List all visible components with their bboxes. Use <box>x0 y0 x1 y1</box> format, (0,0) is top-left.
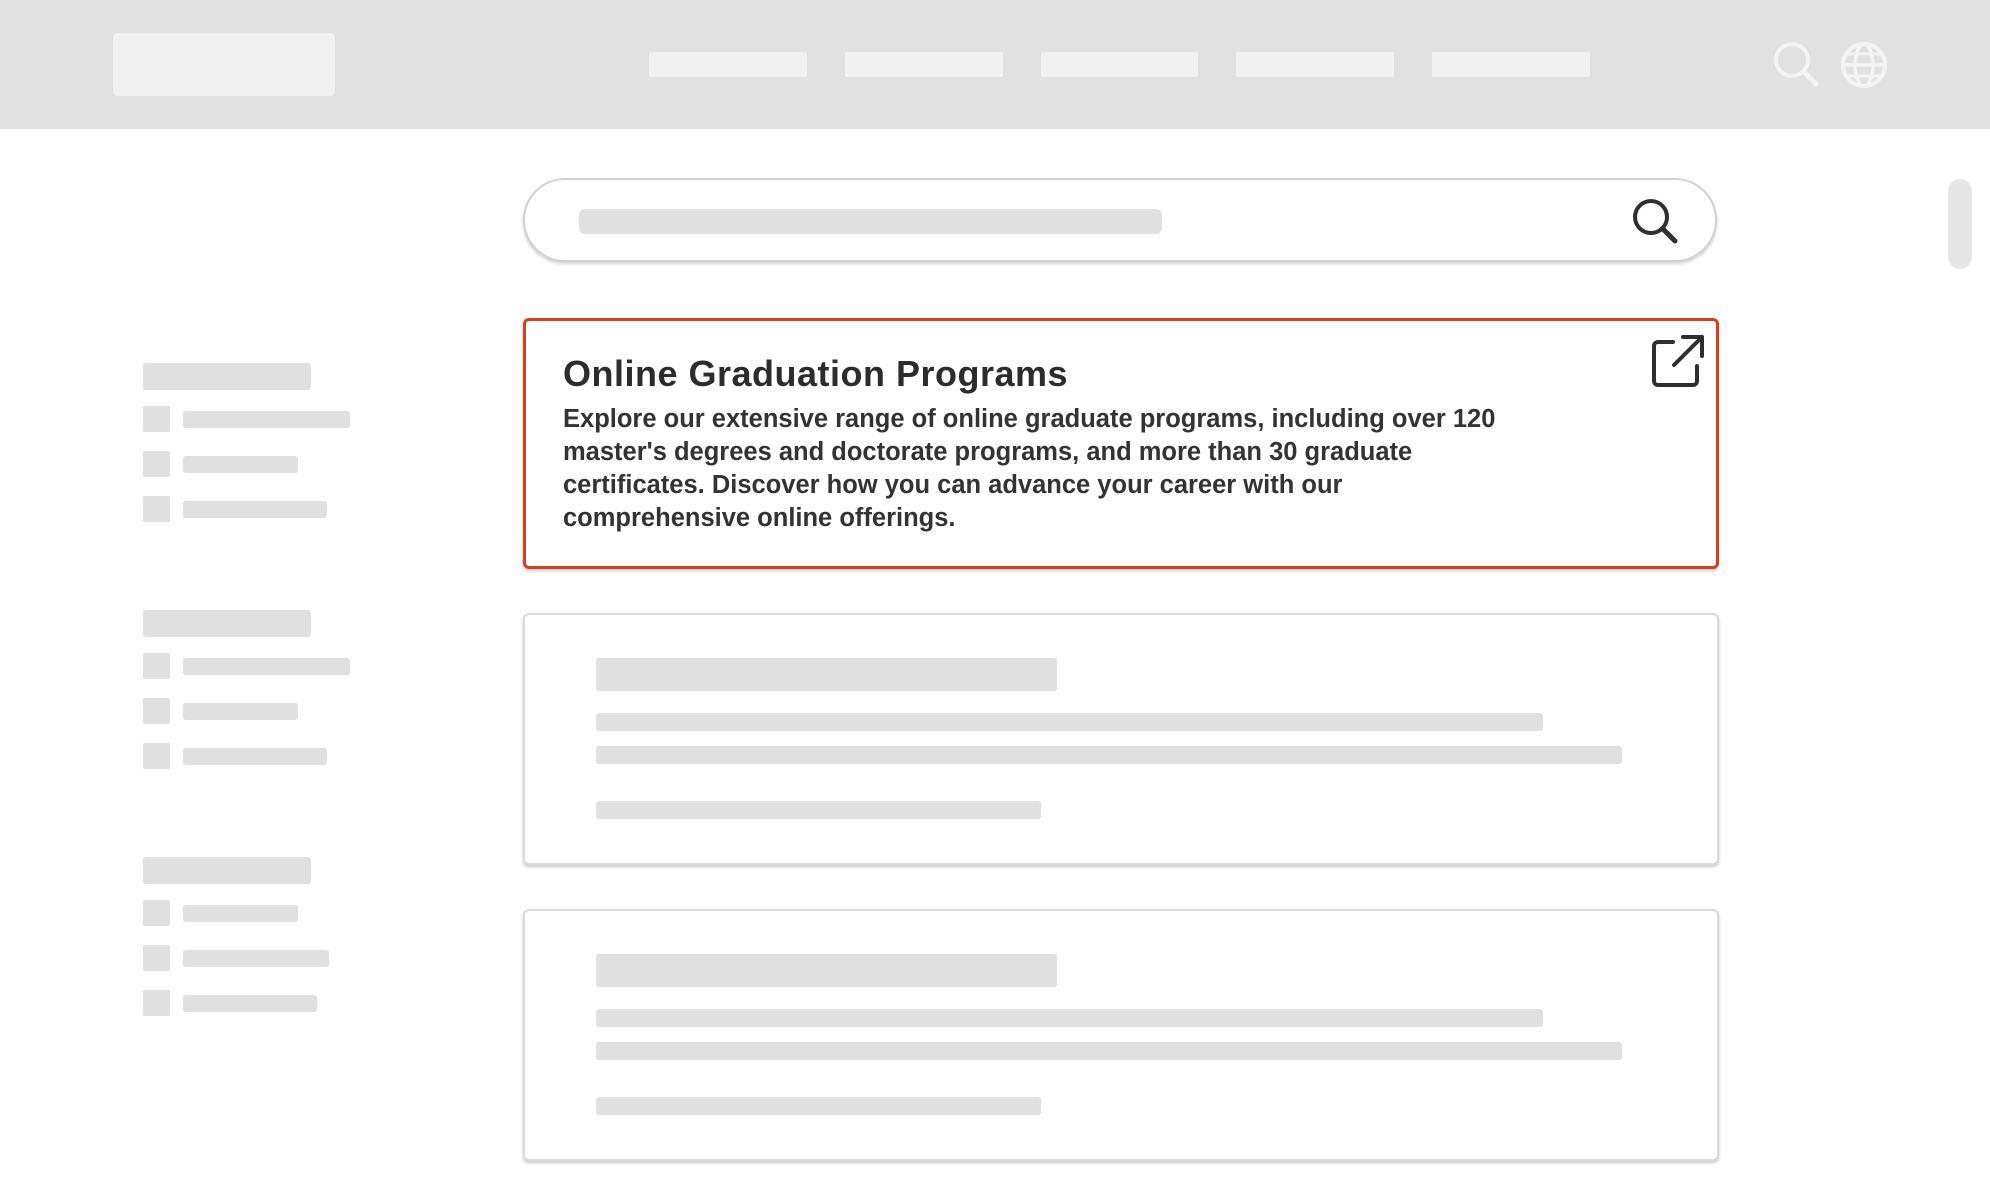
result-card[interactable] <box>523 909 1719 1161</box>
nav-item-2[interactable] <box>845 52 1003 77</box>
result-link-placeholder <box>596 801 1041 819</box>
site-logo[interactable] <box>113 33 335 96</box>
top-navigation-bar <box>0 0 1990 129</box>
result-title-placeholder <box>596 658 1057 691</box>
filter-group-heading <box>143 363 311 390</box>
filter-group-heading <box>143 857 311 884</box>
result-card[interactable] <box>523 613 1719 865</box>
search-input[interactable] <box>579 209 1162 234</box>
filter-option-label <box>183 950 329 967</box>
result-text-placeholder <box>596 746 1622 764</box>
filter-option-label <box>183 905 298 922</box>
globe-icon[interactable] <box>1839 40 1889 90</box>
filter-checkbox[interactable] <box>143 743 170 769</box>
filter-checkbox[interactable] <box>143 698 170 724</box>
filter-group-heading <box>143 610 311 637</box>
result-link-placeholder <box>596 1097 1041 1115</box>
nav-item-3[interactable] <box>1041 52 1198 77</box>
filter-option-label <box>183 411 350 428</box>
filter-checkbox[interactable] <box>143 451 170 477</box>
filter-checkbox[interactable] <box>143 496 170 522</box>
filter-option-label <box>183 658 350 675</box>
external-link-icon[interactable] <box>1649 332 1707 390</box>
filter-checkbox[interactable] <box>143 406 170 432</box>
result-description: Explore our extensive range of online gr… <box>563 405 1496 532</box>
nav-item-4[interactable] <box>1236 52 1394 77</box>
filter-option-label <box>183 703 298 720</box>
search-bar[interactable] <box>523 178 1717 262</box>
filter-checkbox[interactable] <box>143 990 170 1016</box>
nav-item-5[interactable] <box>1432 52 1590 77</box>
featured-result-card[interactable]: Online Graduation Programs Explore our e… <box>523 318 1719 569</box>
filter-checkbox[interactable] <box>143 945 170 971</box>
filter-checkbox[interactable] <box>143 653 170 679</box>
result-text-placeholder <box>596 713 1543 731</box>
result-title[interactable]: Online Graduation Programs <box>563 353 1068 395</box>
filter-option-label <box>183 748 327 765</box>
scrollbar-thumb[interactable] <box>1948 179 1972 269</box>
filter-checkbox[interactable] <box>143 900 170 926</box>
nav-item-1[interactable] <box>649 52 807 77</box>
result-text-placeholder <box>596 1042 1622 1060</box>
result-title-placeholder <box>596 954 1057 987</box>
result-text-placeholder <box>596 1009 1543 1027</box>
search-icon[interactable] <box>1772 40 1822 90</box>
filter-option-label <box>183 501 327 518</box>
filter-option-label <box>183 995 317 1012</box>
filter-option-label <box>183 456 298 473</box>
search-icon[interactable] <box>1630 196 1680 246</box>
